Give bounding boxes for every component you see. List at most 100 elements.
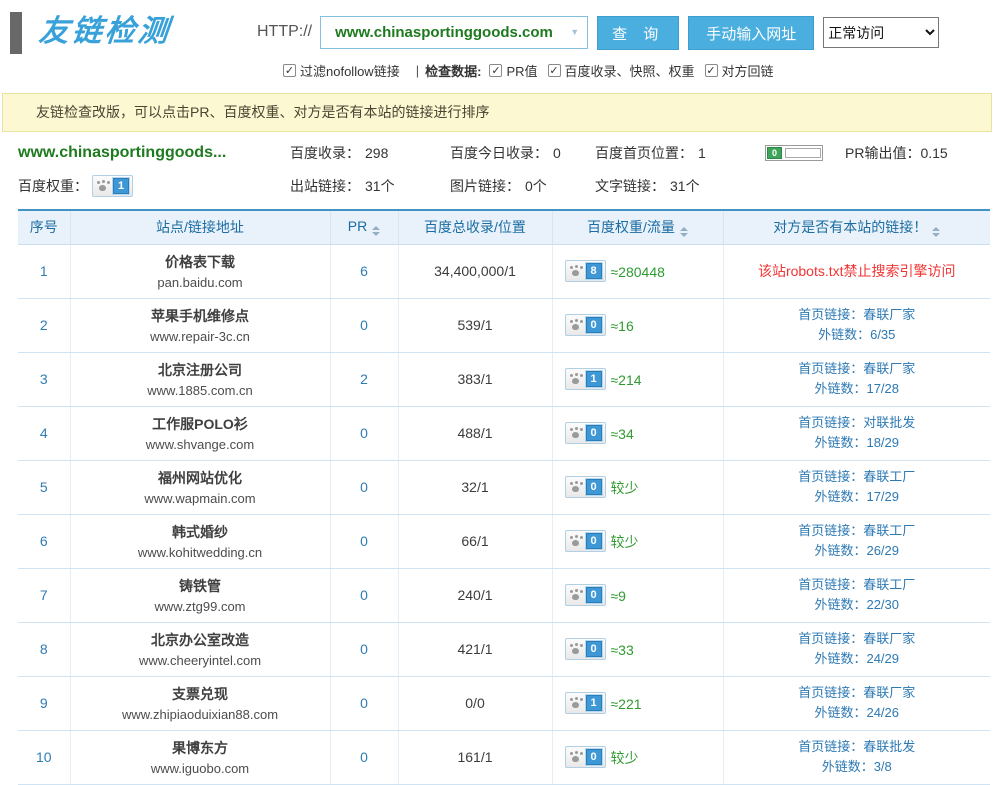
notice-banner: 友链检查改版，可以点击PR、百度权重、对方是否有本站的链接进行排序 <box>2 93 992 132</box>
url-input[interactable] <box>320 16 588 49</box>
stat-value: 298 <box>365 145 388 161</box>
weight-number: 8 <box>586 263 602 279</box>
pr-value: 0 <box>330 730 398 784</box>
included-position: 161/1 <box>398 730 552 784</box>
site-name-link[interactable]: 工作服POLO衫 <box>72 414 329 434</box>
top-bar: 友链检测 HTTP:// ▼ 查 询 手动输入网址 正常访问 <box>0 0 994 54</box>
baidu-weight-badge: 0 <box>565 476 606 498</box>
pr-value: 0 <box>330 622 398 676</box>
pr-option-label: PR值 <box>506 61 537 80</box>
weight-number: 0 <box>586 641 602 657</box>
backlink-info[interactable]: 首页链接：春联工厂外链数：17/29 <box>725 467 990 507</box>
stat-label: 文字链接： <box>595 176 665 196</box>
table-row: 5 福州网站优化www.wapmain.com 0 32/1 0较少 首页链接：… <box>18 460 990 514</box>
weight-number: 1 <box>586 371 602 387</box>
backlink-info[interactable]: 首页链接：春联厂家外链数：24/26 <box>725 683 990 723</box>
site-url: www.1885.com.cn <box>72 383 329 398</box>
row-seq: 2 <box>18 298 70 352</box>
site-url: pan.baidu.com <box>72 275 329 290</box>
pr-output-label: PR输出值： <box>845 143 920 163</box>
backlink-info[interactable]: 首页链接：春联厂家外链数：24/29 <box>725 629 990 669</box>
included-position: 383/1 <box>398 352 552 406</box>
sort-icon <box>680 227 688 237</box>
baidu-weight-badge: 0 <box>565 584 606 606</box>
site-name-link[interactable]: 苹果手机维修点 <box>72 306 329 326</box>
table-row: 6 韩式婚纱www.kohitwedding.cn 0 66/1 0较少 首页链… <box>18 514 990 568</box>
access-mode-select[interactable]: 正常访问 <box>823 17 939 48</box>
pr-value: 6 <box>330 244 398 298</box>
weight-number: 0 <box>586 587 602 603</box>
row-seq: 4 <box>18 406 70 460</box>
paw-icon <box>569 697 583 709</box>
baidu-option-label: 百度收录、快照、权重 <box>565 61 695 80</box>
backlink-info[interactable]: 首页链接：对联批发外链数：18/29 <box>725 413 990 453</box>
table-row: 2 苹果手机维修点www.repair-3c.cn 0 539/1 0≈16 首… <box>18 298 990 352</box>
stat-value: 1 <box>698 145 706 161</box>
backlink-info[interactable]: 首页链接：春联厂家外链数：6/35 <box>725 305 990 345</box>
traffic-estimate: ≈33 <box>611 642 634 658</box>
traffic-estimate: ≈280448 <box>611 264 665 280</box>
header-weight-sortable[interactable]: 百度权重/流量 <box>552 210 723 244</box>
site-name-link[interactable]: 北京办公室改造 <box>72 630 329 650</box>
nofollow-checkbox[interactable]: ✓ <box>283 64 296 77</box>
paw-icon <box>569 427 583 439</box>
backlink-info[interactable]: 首页链接：春联批发外链数：3/8 <box>725 737 990 777</box>
query-button[interactable]: 查 询 <box>597 16 679 50</box>
weight-number: 0 <box>586 425 602 441</box>
pr-value: 0 <box>330 676 398 730</box>
paw-icon <box>569 535 583 547</box>
backlink-info[interactable]: 首页链接：春联工厂外链数：22/30 <box>725 575 990 615</box>
site-url: www.iguobo.com <box>72 761 329 776</box>
header-backlink-sortable[interactable]: 对方是否有本站的链接！ <box>723 210 990 244</box>
nofollow-label: 过滤nofollow链接 <box>300 61 400 80</box>
site-name-link[interactable]: 铸铁管 <box>72 576 329 596</box>
stat-value: 0 <box>553 145 561 161</box>
table-row: 3 北京注册公司 www.1885.com.cn 2 383/1 1 ≈214 首页… <box>18 352 990 406</box>
paw-icon <box>569 643 583 655</box>
stat-label: 百度收录： <box>290 143 360 163</box>
baidu-weight-badge: 0 <box>565 746 606 768</box>
header-seq: 序号 <box>18 210 70 244</box>
row-seq: 3 <box>18 352 70 406</box>
stat-label: 百度首页位置： <box>595 143 693 163</box>
friend-links-table: 序号 站点/链接地址 PR 百度总收录/位置 百度权重/流量 对方是否有本站的链… <box>18 209 990 785</box>
baidu-weight-label: 百度权重： <box>18 176 88 196</box>
site-name-link[interactable]: 支票兑现 <box>72 684 329 704</box>
site-name-link[interactable]: 价格表下载 <box>72 252 329 272</box>
app-logo[interactable]: 友链检测 <box>10 10 171 54</box>
backlink-info[interactable]: 首页链接：春联工厂外链数：26/29 <box>725 521 990 561</box>
pr-bar-fill: 0 <box>767 147 782 159</box>
paw-icon <box>96 180 110 192</box>
backlink-checkbox[interactable]: ✓ <box>705 64 718 77</box>
table-row: 10 果博东方www.iguobo.com 0 161/1 0较少 首页链接：春… <box>18 730 990 784</box>
checked-site-link[interactable]: www.chinasportinggoods... <box>18 144 226 162</box>
pr-value: 0 <box>330 406 398 460</box>
pr-value: 0 <box>330 514 398 568</box>
pr-checkbox[interactable]: ✓ <box>489 64 502 77</box>
manual-input-button[interactable]: 手动输入网址 <box>688 16 814 50</box>
weight-number: 1 <box>586 695 602 711</box>
site-name-link[interactable]: 北京注册公司 <box>72 360 329 380</box>
table-header-row: 序号 站点/链接地址 PR 百度总收录/位置 百度权重/流量 对方是否有本站的链… <box>18 210 990 244</box>
sort-icon <box>932 227 940 237</box>
traffic-estimate: ≈16 <box>611 318 634 334</box>
traffic-estimate: ≈214 <box>611 372 642 388</box>
backlink-info[interactable]: 首页链接：春联厂家外链数：17/28 <box>725 359 990 399</box>
site-url: www.cheeryintel.com <box>72 653 329 668</box>
baidu-checkbox[interactable]: ✓ <box>548 64 561 77</box>
pr-value: 0 <box>330 460 398 514</box>
site-name-link[interactable]: 韩式婚纱 <box>72 522 329 542</box>
table-row: 1 价格表下载pan.baidu.com 6 34,400,000/1 8≈28… <box>18 244 990 298</box>
site-name-link[interactable]: 福州网站优化 <box>72 468 329 488</box>
included-position: 421/1 <box>398 622 552 676</box>
paw-icon <box>569 481 583 493</box>
baidu-weight-badge: 1 <box>92 175 133 197</box>
included-position: 32/1 <box>398 460 552 514</box>
baidu-weight-badge: 8 <box>565 260 606 282</box>
header-pr-sortable[interactable]: PR <box>330 210 398 244</box>
pr-value: 2 <box>330 352 398 406</box>
table-row: 7 铸铁管www.ztg99.com 0 240/1 0≈9 首页链接：春联工厂… <box>18 568 990 622</box>
site-name-link[interactable]: 果博东方 <box>72 738 329 758</box>
logo-bar-icon <box>10 12 22 54</box>
http-prefix-label: HTTP:// <box>257 23 312 41</box>
